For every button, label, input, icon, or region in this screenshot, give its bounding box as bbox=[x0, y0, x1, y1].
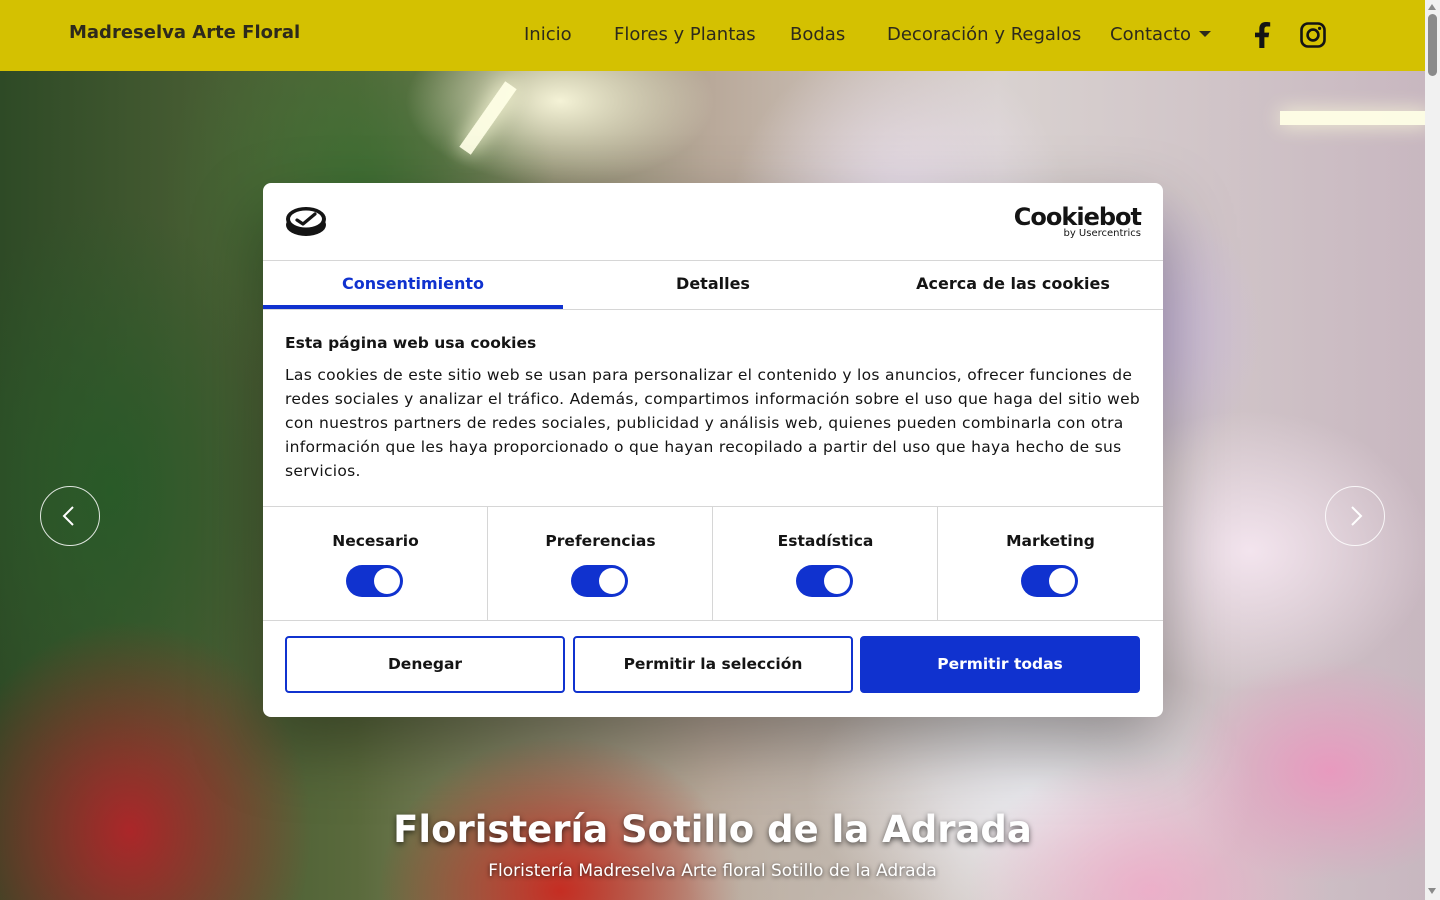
ceiling-light bbox=[459, 81, 517, 155]
toggle-estadistica[interactable] bbox=[796, 565, 853, 597]
category-label: Necesario bbox=[332, 532, 419, 550]
category-necesario: Necesario bbox=[263, 507, 488, 620]
toggle-knob bbox=[824, 568, 850, 594]
deny-button[interactable]: Denegar bbox=[285, 636, 565, 693]
cookie-heading: Esta página web usa cookies bbox=[285, 334, 537, 352]
nav-item-decoracion-y-regalos[interactable]: Decoración y Regalos bbox=[887, 24, 1081, 45]
main-nav: Inicio Flores y Plantas Bodas Decoración… bbox=[0, 24, 1425, 48]
hero-title: Floristería Sotillo de la Adrada bbox=[393, 808, 1032, 851]
tab-consentimiento[interactable]: Consentimiento bbox=[263, 261, 563, 309]
nav-item-inicio[interactable]: Inicio bbox=[524, 24, 572, 45]
category-preferencias: Preferencias bbox=[488, 507, 713, 620]
tab-detalles[interactable]: Detalles bbox=[563, 261, 863, 309]
category-label: Preferencias bbox=[545, 532, 656, 550]
category-estadistica: Estadística bbox=[713, 507, 938, 620]
page-scrollbar[interactable] bbox=[1425, 0, 1440, 900]
instagram-icon[interactable] bbox=[1300, 22, 1326, 52]
nav-item-contacto[interactable]: Contacto bbox=[1110, 24, 1212, 45]
toggle-marketing[interactable] bbox=[1021, 565, 1078, 597]
scroll-down-arrow-icon[interactable] bbox=[1428, 888, 1436, 894]
nav-item-flores-y-plantas[interactable]: Flores y Plantas bbox=[614, 24, 756, 45]
category-marketing: Marketing bbox=[938, 507, 1163, 620]
category-label: Marketing bbox=[1006, 532, 1095, 550]
hero-subtitle: Floristería Madreselva Arte floral Sotil… bbox=[488, 861, 937, 881]
chevron-left-icon bbox=[62, 506, 74, 526]
carousel-prev-button[interactable] bbox=[40, 486, 100, 546]
toggle-knob bbox=[1049, 568, 1075, 594]
toggle-knob bbox=[599, 568, 625, 594]
chevron-right-icon bbox=[1351, 506, 1363, 526]
scroll-thumb[interactable] bbox=[1428, 14, 1437, 76]
ceiling-light bbox=[1280, 111, 1425, 125]
allow-all-button[interactable]: Permitir todas bbox=[860, 636, 1140, 693]
allow-selection-button[interactable]: Permitir la selección bbox=[573, 636, 853, 693]
cookie-description: Las cookies de este sitio web se usan pa… bbox=[285, 366, 1141, 480]
carousel-next-button[interactable] bbox=[1325, 486, 1385, 546]
site-header: Madreselva Arte Floral Inicio Flores y P… bbox=[0, 0, 1425, 71]
toggle-preferencias[interactable] bbox=[571, 565, 628, 597]
toggle-knob bbox=[374, 568, 400, 594]
caret-down-icon bbox=[1199, 31, 1212, 37]
nav-item-bodas[interactable]: Bodas bbox=[790, 24, 845, 45]
cookiebot-name: Cookiebot bbox=[1013, 203, 1142, 231]
divider bbox=[263, 620, 1163, 621]
facebook-icon[interactable] bbox=[1255, 22, 1273, 52]
nav-item-contacto-label: Contacto bbox=[1110, 24, 1192, 45]
tab-acerca-de-las-cookies[interactable]: Acerca de las cookies bbox=[863, 261, 1163, 309]
cookie-consent-dialog: Cookiebot by Usercentrics Consentimiento… bbox=[263, 183, 1163, 717]
category-label: Estadística bbox=[777, 532, 874, 550]
scroll-up-arrow-icon[interactable] bbox=[1428, 4, 1436, 10]
cookie-logo-icon bbox=[285, 205, 327, 241]
divider bbox=[263, 309, 1163, 310]
toggle-necesario[interactable] bbox=[346, 565, 403, 597]
cookiebot-logo[interactable]: Cookiebot by Usercentrics bbox=[1013, 203, 1142, 239]
